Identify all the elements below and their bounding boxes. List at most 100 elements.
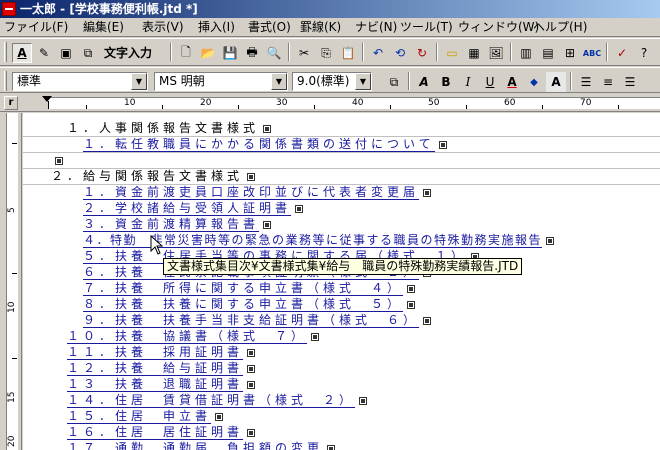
char-style-button[interactable]: A (414, 72, 434, 92)
doc-link-2-11[interactable]: １１．扶養 採用証明書 (67, 344, 256, 360)
cut-icon[interactable]: ✂ (294, 43, 314, 63)
horizontal-ruler[interactable]: r 10 20 30 40 50 60 70 (0, 94, 660, 112)
marker-icon[interactable]: ▭ (442, 43, 462, 63)
paragraph-mark-icon (295, 204, 304, 213)
paragraph-mark-icon (247, 380, 256, 389)
repeat-icon[interactable]: ↻ (412, 43, 432, 63)
vruler-tick-label: 10 (7, 301, 17, 313)
ruler-tick-label: 60 (504, 98, 516, 108)
open-folder-icon[interactable]: 📂 (198, 43, 218, 63)
pen-icon[interactable]: ✎ (34, 43, 54, 63)
menu-insert[interactable]: 挿入(I) (198, 19, 235, 36)
menu-bar: ファイル(F) 編集(E) 表示(V) 挿入(I) 書式(O) 罫線(K) ナビ… (0, 18, 660, 37)
font-select[interactable]: MS 明朝 ▼ (154, 72, 288, 91)
chevron-down-icon[interactable]: ▼ (355, 73, 371, 90)
table-icon[interactable]: ▦ (464, 43, 484, 63)
italic-button[interactable]: I (458, 72, 478, 92)
paragraph-mark-icon (247, 348, 256, 357)
underline-button[interactable]: U (480, 72, 500, 92)
undo-icon[interactable]: ↶ (368, 43, 388, 63)
new-file-icon[interactable]: 🗋 (176, 43, 196, 63)
bold-button[interactable]: B (436, 72, 456, 92)
image-icon[interactable]: 🖼 (486, 43, 506, 63)
print-icon[interactable]: 🖶 (242, 43, 262, 63)
app-icon[interactable] (2, 2, 16, 16)
copy-frame-icon[interactable]: ⧉ (78, 43, 98, 63)
frame-icon[interactable]: ▣ (56, 43, 76, 63)
help-icon[interactable]: ? (634, 43, 654, 63)
menu-format[interactable]: 書式(O) (248, 19, 291, 36)
page-layout-icon[interactable]: ▤ (538, 43, 558, 63)
doc-link-2-16[interactable]: １６．住居 居住証明書 (67, 424, 256, 440)
paste-icon[interactable]: 📋 (338, 43, 358, 63)
menu-edit[interactable]: 編集(E) (83, 19, 124, 36)
menu-ruled-line[interactable]: 罫線(K) (300, 19, 341, 36)
doc-link-2-2[interactable]: ２．学校諸給与受領人証明書 (83, 200, 304, 216)
doc-link-2-12[interactable]: １２．扶養 給与証明書 (67, 360, 256, 376)
redo-icon[interactable]: ⟲ (390, 43, 410, 63)
columns-icon[interactable]: ▥ (516, 43, 536, 63)
zoom-icon[interactable]: ⊞ (560, 43, 580, 63)
char-background-button[interactable]: A (546, 72, 566, 92)
doc-link-2-1[interactable]: １．資金前渡吏員口座改印並びに代表者変更届 (83, 184, 432, 200)
doc-link-2-15[interactable]: １５．住居 申立書 (67, 408, 224, 424)
standard-toolbar: A ✎ ▣ ⧉ 文字入力 🗋 📂 💾 🖶 🔍 ✂ ⎘ 📋 ↶ ⟲ ↻ ▭ ▦ 🖼… (0, 38, 660, 66)
vertical-ruler[interactable]: 5 10 15 20 (0, 113, 22, 450)
align-right-icon[interactable]: ☰ (620, 72, 640, 92)
format-copy-icon[interactable]: ⧉ (384, 72, 404, 92)
section-heading-personnel: １．人事関係報告文書様式 (67, 120, 272, 136)
align-center-icon[interactable]: ≡ (598, 72, 618, 92)
doc-link-2-9[interactable]: ９．扶養 扶養手当非支給証明書（様式 ６） (83, 312, 432, 328)
copy-icon[interactable]: ⎘ (316, 43, 336, 63)
menu-view[interactable]: 表示(V) (142, 19, 184, 36)
menu-tools[interactable]: ツール(T) (400, 19, 453, 36)
check-icon[interactable]: ✓ (612, 43, 632, 63)
font-color-button[interactable]: A (502, 72, 522, 92)
ruler-tick-label: 20 (200, 98, 212, 108)
save-icon[interactable]: 💾 (220, 43, 240, 63)
link-tooltip: 文書様式集目次¥文書様式集¥給与 職員の特殊勤務実績報告.JTD (163, 258, 523, 275)
style-select[interactable]: 標準 ▼ (12, 72, 148, 91)
doc-link-2-14[interactable]: １４．住居 賃貸借証明書（様式 ２） (67, 392, 368, 408)
ruler-tick-label: 30 (276, 98, 288, 108)
indent-marker-icon[interactable] (42, 96, 52, 102)
doc-link-2-13[interactable]: １３ 扶養 退職証明書 (67, 376, 256, 392)
doc-link-2-3[interactable]: ３．資金前渡精算報告書 (83, 216, 272, 232)
text-input-button[interactable]: 文字入力 (104, 44, 152, 62)
paragraph-mark-icon (311, 332, 320, 341)
menu-navi[interactable]: ナビ(N) (355, 19, 397, 36)
font-value: MS 明朝 (159, 74, 205, 88)
font-size-value: 9.0(標準) (297, 74, 350, 88)
doc-link-2-7[interactable]: ７．扶養 所得に関する申立書（様式 ４） (83, 280, 416, 296)
align-left-icon[interactable]: ☰ (576, 72, 596, 92)
toolbar-grip[interactable] (4, 42, 7, 62)
paragraph-mark-icon (215, 412, 224, 421)
vruler-tick-label: 15 (7, 391, 17, 403)
paragraph-mark-icon (407, 284, 416, 293)
empty-line (51, 152, 63, 168)
paragraph-mark-icon (55, 156, 63, 165)
doc-link-2-17[interactable]: １７．通勤 通勤届 負担額の変更 (67, 440, 336, 450)
paragraph-mark-icon (263, 124, 272, 133)
text-mode-button[interactable]: A (12, 43, 32, 63)
toolbar-grip[interactable] (4, 71, 7, 91)
menu-help[interactable]: ヘルプ(H) (533, 19, 587, 36)
ruler-tick-label: 70 (580, 98, 592, 108)
highlight-button[interactable]: ◆ (524, 72, 544, 92)
doc-link-1[interactable]: １．転任教職員にかかる関係書類の送付について (83, 136, 447, 152)
chevron-down-icon[interactable]: ▼ (131, 73, 147, 90)
chevron-down-icon[interactable]: ▼ (271, 73, 287, 90)
menu-window[interactable]: ウィンドウ(W) (458, 19, 539, 36)
doc-link-2-10[interactable]: １０．扶養 協議書（様式 ７） (67, 328, 320, 344)
spellcheck-button[interactable]: ABC (582, 43, 602, 63)
document-area[interactable]: １．人事関係報告文書様式 １．転任教職員にかかる関係書類の送付について ２．給与… (23, 113, 660, 450)
paragraph-mark-icon (247, 172, 256, 181)
menu-file[interactable]: ファイル(F) (4, 19, 68, 36)
ruler-corner-button[interactable]: r (4, 96, 18, 110)
title-bar: 一太郎 - [学校事務便利帳.jtd *] (0, 0, 660, 18)
print-preview-icon[interactable]: 🔍 (264, 43, 284, 63)
doc-link-2-8[interactable]: ８．扶養 扶養に関する申立書（様式 ５） (83, 296, 416, 312)
paragraph-mark-icon (438, 140, 447, 149)
font-size-select[interactable]: 9.0(標準) ▼ (292, 72, 372, 91)
paragraph-mark-icon (407, 300, 416, 309)
